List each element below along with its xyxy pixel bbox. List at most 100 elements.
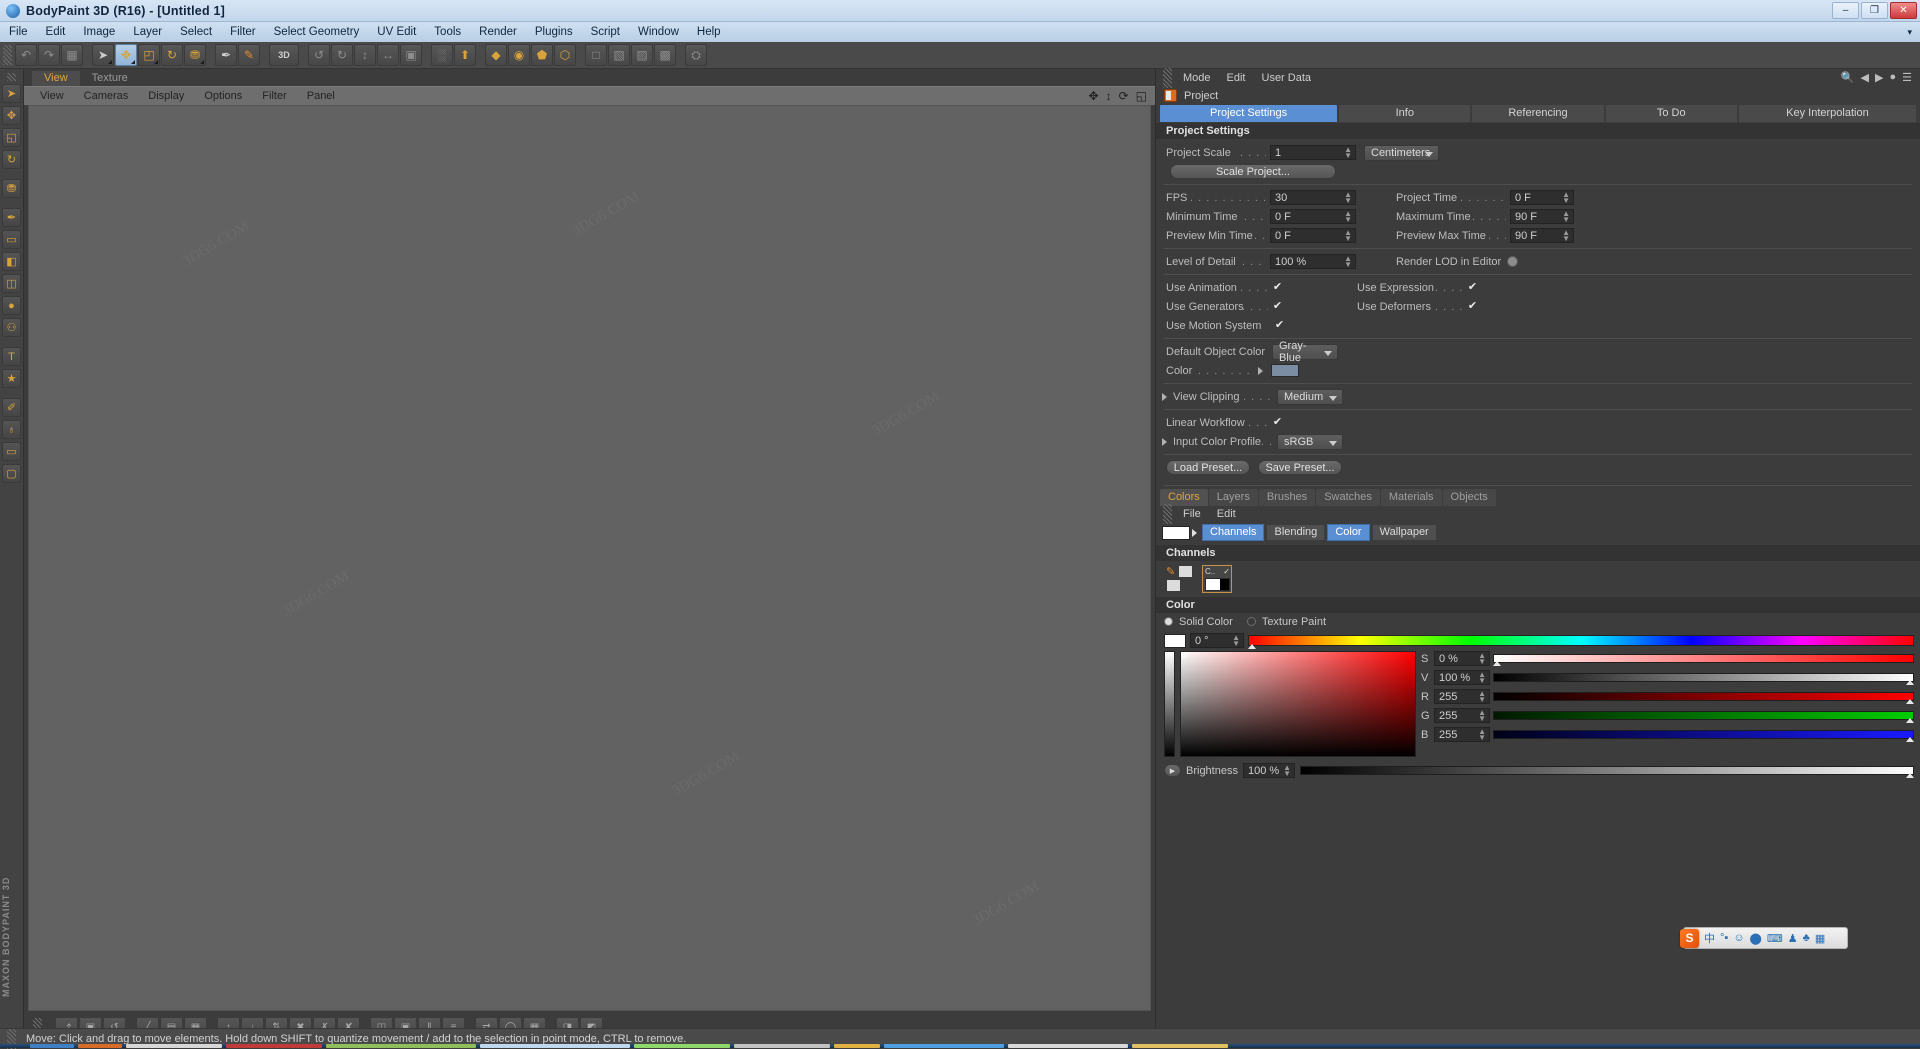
undo-button[interactable]: ↶ [15,44,37,66]
blending-button[interactable]: Blending [1266,524,1326,541]
blue-slider[interactable] [1493,730,1914,742]
menu-select[interactable]: Select [171,24,221,40]
load-preset-button[interactable]: Load Preset... [1166,460,1250,475]
tool-text[interactable]: T [2,347,21,366]
taskbar-item[interactable] [884,1044,1004,1048]
taskbar-item[interactable] [634,1044,730,1048]
forward-icon[interactable]: ▶ [1875,71,1883,84]
brightness-input[interactable]: 100 % ▲ ▼ [1242,763,1295,778]
sv-cursor[interactable] [1182,653,1187,658]
red-input[interactable]: 255 ▲ ▼ [1434,689,1490,704]
viewport-menu-options[interactable]: Options [194,89,252,103]
current-color-swatch[interactable] [1164,633,1186,648]
menu-help[interactable]: Help [688,24,730,40]
blue-knob[interactable] [1906,737,1914,742]
foreground-color-swatch[interactable] [1162,525,1190,540]
texture-mode-button[interactable]: ▨ [631,44,653,66]
paint-setup-wizard-button[interactable]: ⛭ [685,44,707,66]
tool-rect-select[interactable]: ▭ [2,442,21,461]
polygons-mode-button[interactable]: ⬟ [531,44,553,66]
pan-icon[interactable]: ✥ [1089,89,1099,103]
project-scale-input[interactable]: 1 ▲ ▼ [1270,145,1356,160]
tab-key-interpolation[interactable]: Key Interpolation [1738,105,1917,122]
attributes-menu-edit[interactable]: Edit [1219,72,1254,84]
texture-tab[interactable]: Texture [79,71,140,86]
ime-voice-icon[interactable]: ⬤ [1750,932,1762,945]
move-tool-button[interactable]: ✥ [115,44,137,66]
tool-rotate[interactable]: ↻ [2,150,21,169]
ime-chinese-icon[interactable]: 中 [1704,930,1715,946]
maximize-view-icon[interactable]: ◱ [1136,89,1147,103]
window-controls[interactable]: – ❐ ✕ [1832,2,1920,19]
flyout-corner-icon[interactable] [200,60,204,64]
maximize-button[interactable]: ❐ [1861,2,1888,19]
tool-magnet[interactable]: ⛃ [2,179,21,198]
points-mode-button[interactable]: ◆ [485,44,507,66]
menu-select-geometry[interactable]: Select Geometry [265,24,369,40]
spinner-icon[interactable]: ▲ ▼ [1478,671,1486,685]
tab-objects[interactable]: Objects [1442,489,1496,506]
menu-tools[interactable]: Tools [425,24,470,40]
taskbar-item[interactable] [1132,1044,1228,1048]
tool-live-selection[interactable]: ➤ [2,84,21,103]
uv-polygons-button[interactable]: ▧ [608,44,630,66]
tab-layers[interactable]: Layers [1208,489,1258,506]
main-menu-bar[interactable]: File Edit Image Layer Select Filter Sele… [0,22,1920,42]
use-generators-checkbox[interactable]: ✔ [1272,301,1283,312]
left-palette-grip-icon[interactable] [7,73,16,81]
render-lod-toggle[interactable] [1507,256,1519,267]
brightness-expand-button[interactable]: ▶ [1164,764,1181,777]
render-3d-button[interactable]: 3D [269,44,299,66]
menu-uv-edit[interactable]: UV Edit [368,24,425,40]
spinner-icon[interactable]: ▲ ▼ [1478,728,1486,742]
saturation-knob[interactable] [1493,661,1501,666]
menu-image[interactable]: Image [74,24,124,40]
model-mode-button[interactable]: ⬡ [554,44,576,66]
save-preset-button[interactable]: Save Preset... [1258,460,1342,475]
tab-info[interactable]: Info [1339,105,1471,122]
preview-min-time-input[interactable]: 0 F ▲ ▼ [1270,228,1356,243]
uv-mesh-button[interactable]: ▩ [654,44,676,66]
channel-thumb-bottom[interactable] [1166,579,1181,592]
project-time-input[interactable]: 0 F ▲ ▼ [1510,190,1574,205]
ime-user-icon[interactable]: ♟ [1788,932,1798,945]
maximum-time-input[interactable]: 90 F ▲ ▼ [1510,209,1574,224]
tab-materials[interactable]: Materials [1380,489,1442,506]
brightness-slider[interactable] [1299,766,1914,778]
taskbar-item[interactable] [834,1044,880,1048]
taskbar-item[interactable] [30,1044,74,1048]
viewport-menu-view[interactable]: View [30,89,74,103]
view-clipping-dropdown[interactable]: Medium [1277,388,1343,405]
select-tool-button[interactable]: ➤ [92,44,114,66]
viewport-menu-cameras[interactable]: Cameras [74,89,139,103]
channels-thumbnails[interactable]: ✎ C.. ✓ [1156,561,1920,593]
red-knob[interactable] [1906,699,1914,704]
red-slider[interactable] [1493,692,1914,704]
spinner-icon[interactable]: ▲ ▼ [1562,229,1570,243]
back-icon[interactable]: ◀ [1861,71,1869,84]
main-toolbar[interactable]: ↶ ↷ ▦ ➤ ✥ ◰ ↻ ⛃ ✒ ✎ 3D ↺ ↻ ↕ ↔ ▣ ░ ⬆ ◆ ◉… [0,42,1920,87]
view-tab[interactable]: View [32,71,80,86]
object-axis-button[interactable]: ↻ [331,44,353,66]
green-slider[interactable] [1493,711,1914,723]
snap-button[interactable]: ░ [431,44,453,66]
tool-scale[interactable]: ◱ [2,128,21,147]
tab-to-do[interactable]: To Do [1605,105,1737,122]
minimize-button[interactable]: – [1832,2,1859,19]
flyout-corner-icon[interactable] [154,60,158,64]
left-tool-palette[interactable]: ➤ ✥ ◱ ↻ ⛃ ✒ ▭ ◧ ◫ ● ⚇ T ★ ✐ ♁ ▭ ▢ MAXON … [0,69,24,1028]
taskbar-item[interactable] [78,1044,122,1048]
channel-thumb-top[interactable] [1178,565,1193,578]
search-icon[interactable]: 🔍 [1841,71,1855,84]
hue-slider-knob[interactable] [1248,644,1256,649]
level-of-detail-input[interactable]: 100 % ▲ ▼ [1270,254,1356,269]
fps-input[interactable]: 30 ▲ ▼ [1270,190,1356,205]
spinner-icon[interactable]: ▲ ▼ [1562,191,1570,205]
flyout-corner-icon[interactable] [108,60,112,64]
saturation-value-field[interactable] [1180,651,1416,757]
viewport-navigation-icons[interactable]: ✥ ↕ ⟳ ◱ [1089,89,1155,103]
hue-input[interactable]: 0 ° ▲ ▼ [1190,633,1244,648]
menu-render[interactable]: Render [470,24,526,40]
colors-mode-bar[interactable]: Channels Blending Color Wallpaper [1156,524,1920,541]
axis-y-button[interactable]: ↔ [377,44,399,66]
